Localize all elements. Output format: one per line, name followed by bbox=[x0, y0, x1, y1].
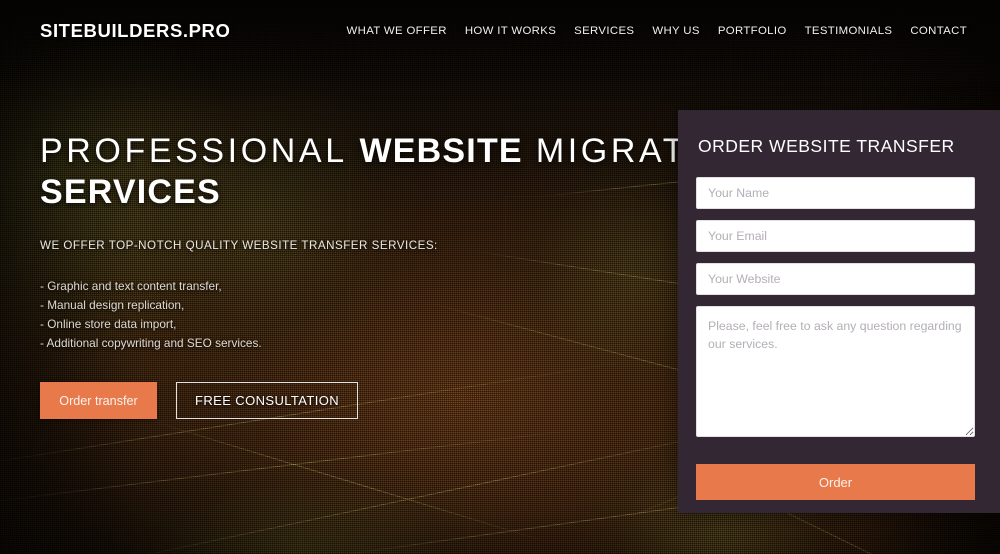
free-consultation-button[interactable]: FREE CONSULTATION bbox=[176, 382, 359, 419]
site-logo[interactable]: SITEBUILDERS.PRO bbox=[40, 20, 231, 42]
list-item: - Additional copywriting and SEO service… bbox=[40, 336, 262, 350]
page-title: PROFESSIONAL WEBSITE MIGRATION SERVICES bbox=[40, 132, 755, 211]
headline-part-services: SERVICES bbox=[40, 173, 221, 211]
nav-item-why-us[interactable]: WHY US bbox=[643, 19, 708, 43]
nav-item-how-it-works[interactable]: HOW IT WORKS bbox=[456, 19, 565, 43]
list-item: - Graphic and text content transfer, bbox=[40, 279, 222, 293]
nav-item-testimonials[interactable]: TESTIMONIALS bbox=[796, 19, 902, 43]
name-field[interactable] bbox=[696, 177, 975, 209]
order-transfer-button[interactable]: Order transfer bbox=[40, 382, 157, 419]
hero-cta-row: Order transfer FREE CONSULTATION bbox=[40, 382, 660, 419]
message-textarea[interactable] bbox=[696, 306, 975, 437]
hero-feature-list: - Graphic and text content transfer, - M… bbox=[40, 277, 660, 353]
headline-part-professional: PROFESSIONAL bbox=[40, 132, 360, 170]
order-form-title: ORDER WEBSITE TRANSFER bbox=[698, 136, 955, 156]
nav-item-services[interactable]: SERVICES bbox=[565, 19, 643, 43]
hero-section: PROFESSIONAL WEBSITE MIGRATION SERVICES W… bbox=[40, 132, 755, 419]
website-field[interactable] bbox=[696, 263, 975, 295]
order-submit-button[interactable]: Order bbox=[696, 464, 975, 500]
site-header: SITEBUILDERS.PRO WHAT WE OFFER HOW IT WO… bbox=[0, 0, 1000, 62]
list-item: - Manual design replication, bbox=[40, 298, 185, 312]
hero-subheading: WE OFFER TOP-NOTCH QUALITY WEBSITE TRANS… bbox=[40, 239, 438, 252]
nav-item-what-we-offer[interactable]: WHAT WE OFFER bbox=[338, 19, 456, 43]
email-field[interactable] bbox=[696, 220, 975, 252]
list-item: - Online store data import, bbox=[40, 317, 177, 331]
main-navigation: WHAT WE OFFER HOW IT WORKS SERVICES WHY … bbox=[338, 19, 976, 43]
nav-item-portfolio[interactable]: PORTFOLIO bbox=[709, 19, 796, 43]
nav-item-contact[interactable]: CONTACT bbox=[901, 19, 976, 43]
headline-part-website: WEBSITE bbox=[359, 132, 523, 170]
order-form-panel: ORDER WEBSITE TRANSFER Order bbox=[678, 110, 1000, 513]
landing-page: SITEBUILDERS.PRO WHAT WE OFFER HOW IT WO… bbox=[0, 0, 1000, 554]
